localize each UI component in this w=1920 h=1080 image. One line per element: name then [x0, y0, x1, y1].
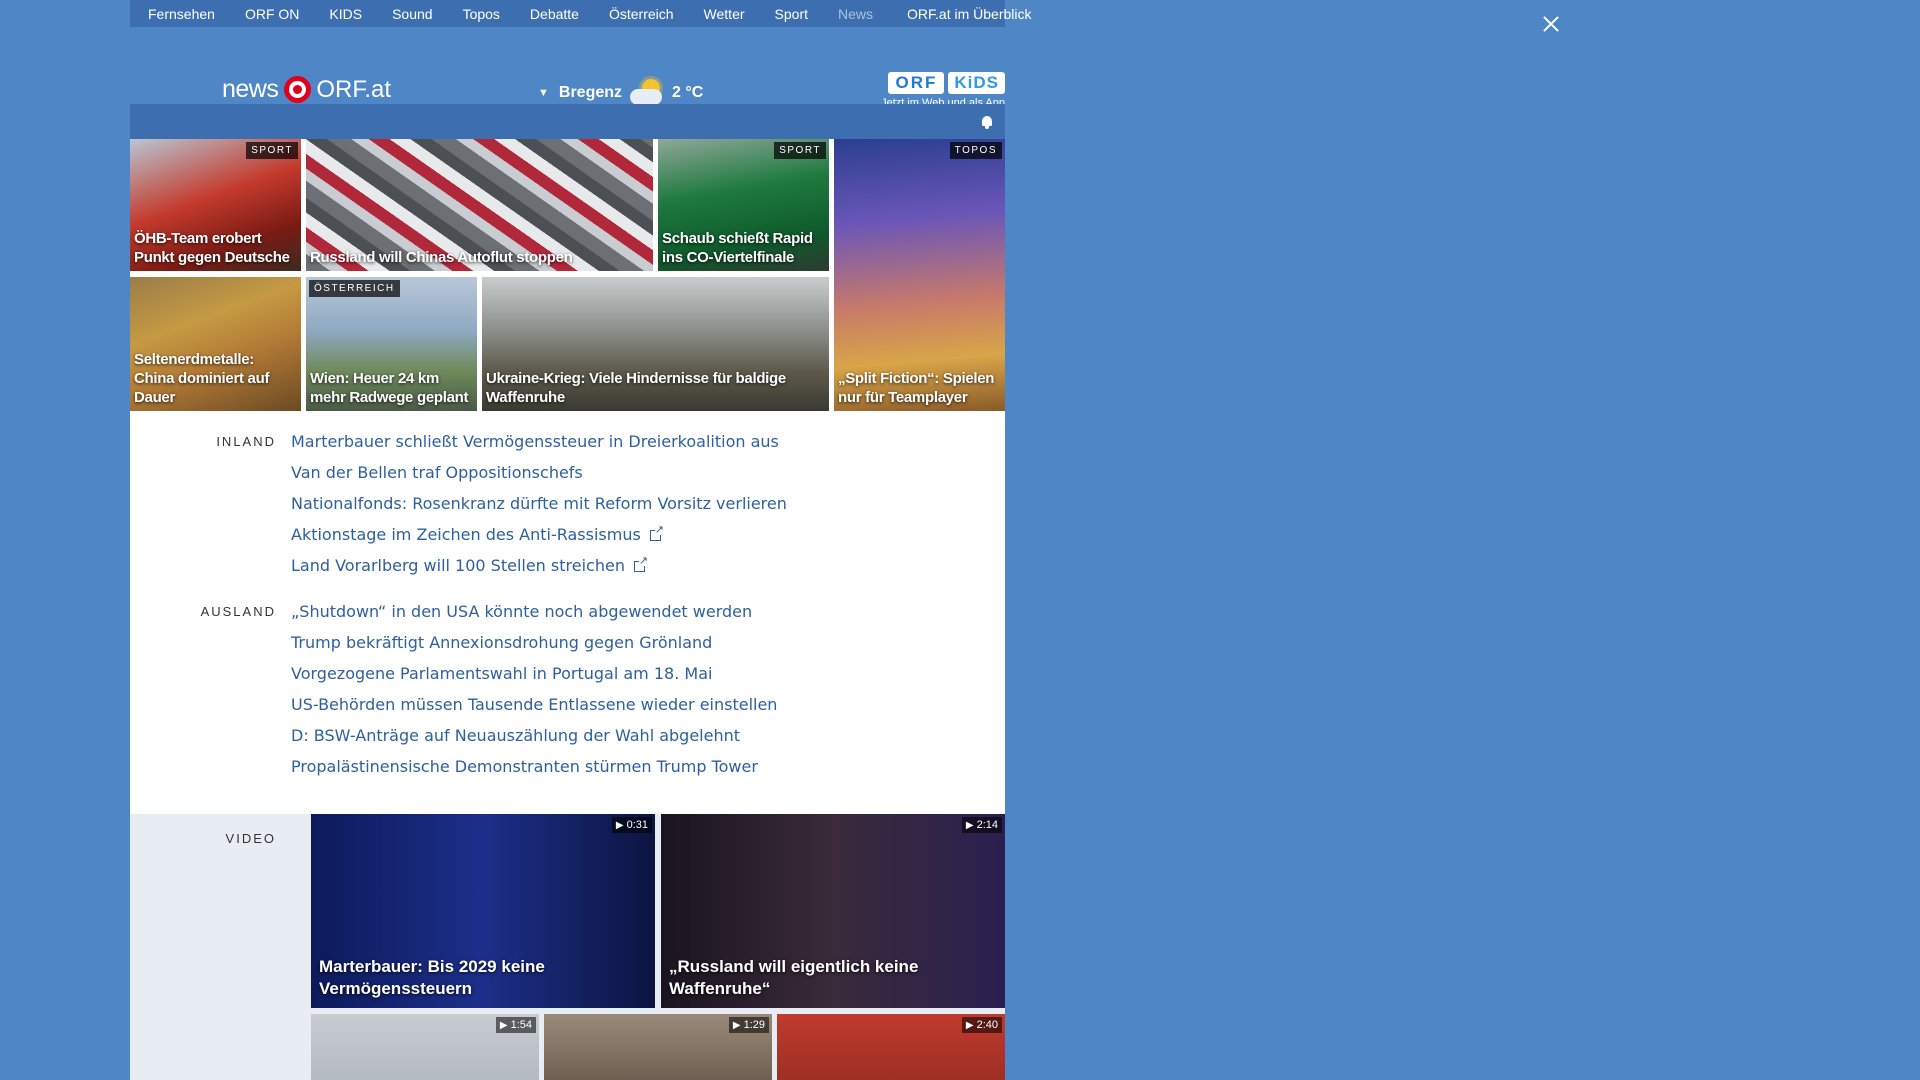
nav-item-sound[interactable]: Sound: [392, 6, 432, 22]
story-link[interactable]: Trump bekräftigt Annexionsdrohung gegen …: [291, 633, 712, 652]
weather-city: Bregenz: [558, 84, 623, 101]
weather-widget[interactable]: ▼ Bregenz 2 °C: [538, 79, 703, 107]
story-link[interactable]: D: BSW-Anträge auf Neuauszählung der Wah…: [291, 726, 740, 745]
close-button[interactable]: [1534, 8, 1568, 42]
section-inland: INLAND Marterbauer schließt Vermögensste…: [130, 429, 1005, 584]
nav-item-kids[interactable]: KIDS: [329, 6, 362, 22]
story-link[interactable]: Van der Bellen traf Oppositionschefs: [291, 463, 583, 482]
tile-caption: Wien: Heuer 24 km mehr Radwege geplant: [310, 370, 469, 406]
list-item: D: BSW-Anträge auf Neuauszählung der Wah…: [291, 723, 777, 754]
story-link[interactable]: Propalästinensische Demonstranten stürme…: [291, 757, 758, 776]
tile-caption: ÖHB-Team erobert Punkt gegen Deutsche: [134, 230, 290, 266]
nav-item-orf-on[interactable]: ORF ON: [245, 6, 299, 22]
story-link[interactable]: Marterbauer schließt Vermögenssteuer in …: [291, 432, 779, 451]
nav-item-news[interactable]: News: [838, 6, 873, 22]
logo-news-text: news: [222, 75, 279, 103]
orf-ring-icon: [284, 76, 312, 103]
section-label-inland: INLAND: [216, 434, 276, 449]
list-item: Nationalfonds: Rosenkranz dürfte mit Ref…: [291, 491, 787, 522]
list-item: Trump bekräftigt Annexionsdrohung gegen …: [291, 630, 777, 661]
video-caption: Marterbauer: Bis 2029 keine Vermögensste…: [319, 957, 545, 998]
story-tile-handball[interactable]: SPORT ÖHB-Team erobert Punkt gegen Deuts…: [130, 139, 301, 271]
tile-caption: Seltenerdmetalle: China dominiert auf Da…: [134, 351, 270, 406]
top-navigation: Fernsehen ORF ON KIDS Sound Topos Debatt…: [130, 0, 1031, 27]
orf-badge: ORF: [888, 72, 945, 94]
video-duration: ▶ 2:40: [961, 1017, 1002, 1033]
list-item: US-Behörden müssen Tausende Entlassene w…: [291, 692, 777, 723]
video-duration: ▶ 1:29: [728, 1017, 769, 1033]
video-tile[interactable]: ▶ 2:40: [777, 1014, 1005, 1080]
video-duration: ▶ 0:31: [611, 817, 652, 833]
play-icon: ▶: [499, 1020, 508, 1031]
tile-caption: Schaub schießt Rapid ins CO-Viertelfinal…: [662, 230, 813, 266]
tile-caption: Ukraine-Krieg: Viele Hindernisse für bal…: [486, 370, 786, 406]
video-duration: ▶ 2:14: [961, 817, 1002, 833]
list-item: Aktionstage im Zeichen des Anti-Rassismu…: [291, 522, 787, 553]
story-link[interactable]: „Shutdown“ in den USA könnte noch abgewe…: [291, 602, 752, 621]
section-label-ausland: AUSLAND: [200, 604, 276, 619]
news-page: Fernsehen ORF ON KIDS Sound Topos Debatt…: [130, 0, 1031, 1080]
nav-item-oesterreich[interactable]: Österreich: [609, 6, 674, 22]
story-tile-rapid[interactable]: SPORT Schaub schießt Rapid ins CO-Vierte…: [658, 139, 829, 271]
kids-badge: KiDS: [948, 72, 1005, 94]
video-tile[interactable]: ▶ 1:29: [544, 1014, 772, 1080]
play-icon: ▶: [965, 1020, 974, 1031]
story-link[interactable]: Land Vorarlberg will 100 Stellen streich…: [291, 556, 625, 575]
nav-item-topos[interactable]: Topos: [463, 6, 500, 22]
story-tile-cars[interactable]: Russland will Chinas Autoflut stoppen: [306, 139, 653, 271]
tile-caption: Russland will Chinas Autoflut stoppen: [310, 249, 573, 266]
list-item: Marterbauer schließt Vermögenssteuer in …: [291, 429, 787, 460]
play-icon: ▶: [615, 820, 624, 831]
site-header: news ORF.at ▼ Bregenz 2 °C ORF KiDS Jetz…: [130, 27, 1005, 109]
play-icon: ▶: [732, 1020, 741, 1031]
dropdown-triangle-icon: ▼: [538, 87, 549, 99]
video-tile[interactable]: ▶ 1:54: [311, 1014, 539, 1080]
partly-cloudy-icon: [630, 79, 664, 107]
video-duration: ▶ 1:54: [495, 1017, 536, 1033]
story-link[interactable]: US-Behörden müssen Tausende Entlassene w…: [291, 695, 777, 714]
list-item: Propalästinensische Demonstranten stürme…: [291, 754, 777, 785]
logo-orf-text: ORF.at: [316, 75, 392, 103]
tile-tag: TOPOS: [949, 142, 1002, 159]
weather-temperature: 2 °C: [672, 84, 704, 101]
story-tile-rare-earth[interactable]: Seltenerdmetalle: China dominiert auf Da…: [130, 277, 301, 411]
external-link-icon: [633, 555, 648, 572]
nav-item-debatte[interactable]: Debatte: [530, 6, 579, 22]
nav-item-fernsehen[interactable]: Fernsehen: [148, 6, 215, 22]
tile-tag: SPORT: [774, 142, 826, 159]
bell-icon[interactable]: [981, 116, 993, 129]
nav-item-wetter[interactable]: Wetter: [704, 6, 745, 22]
top-stories-grid: SPORT ÖHB-Team erobert Punkt gegen Deuts…: [130, 139, 1005, 411]
sub-bar: [130, 104, 1005, 139]
tile-tag: SPORT: [246, 142, 298, 159]
section-ausland: AUSLAND „Shutdown“ in den USA könnte noc…: [130, 599, 1005, 785]
play-icon: ▶: [965, 820, 974, 831]
video-section: VIDEO ▶ 0:31 Marterbauer: Bis 2029 keine …: [130, 814, 1005, 1080]
news-orf-logo[interactable]: news ORF.at: [222, 75, 391, 104]
nav-item-sport[interactable]: Sport: [775, 6, 808, 22]
list-item: Van der Bellen traf Oppositionschefs: [291, 460, 787, 491]
list-item: „Shutdown“ in den USA könnte noch abgewe…: [291, 599, 777, 630]
story-lists: INLAND Marterbauer schließt Vermögensste…: [130, 411, 1005, 814]
nav-item-overview[interactable]: ORF.at im Überblick: [907, 6, 1031, 22]
tile-tag: ÖSTERREICH: [309, 280, 400, 297]
external-link-icon: [649, 524, 664, 541]
tile-caption: „Split Fiction“: Spielen nur für Teampla…: [838, 370, 995, 406]
video-caption: „Russland will eigentlich keine Waffenru…: [669, 957, 919, 998]
story-link[interactable]: Aktionstage im Zeichen des Anti-Rassismu…: [291, 525, 641, 544]
story-tile-split-fiction[interactable]: TOPOS „Split Fiction“: Spielen nur für T…: [834, 139, 1005, 411]
story-tile-vienna-bikes[interactable]: ÖSTERREICH Wien: Heuer 24 km mehr Radweg…: [306, 277, 477, 411]
video-tile[interactable]: ▶ 2:14 „Russland will eigentlich keine Wa…: [661, 814, 1005, 1008]
story-link[interactable]: Vorgezogene Parlamentswahl in Portugal a…: [291, 664, 712, 683]
story-tile-ukraine[interactable]: Ukraine-Krieg: Viele Hindernisse für bal…: [482, 277, 829, 411]
list-item: Vorgezogene Parlamentswahl in Portugal a…: [291, 661, 777, 692]
story-link[interactable]: Nationalfonds: Rosenkranz dürfte mit Ref…: [291, 494, 787, 513]
video-tile[interactable]: ▶ 0:31 Marterbauer: Bis 2029 keine Vermög…: [311, 814, 655, 1008]
section-label-video: VIDEO: [225, 831, 276, 846]
list-item: Land Vorarlberg will 100 Stellen streich…: [291, 553, 787, 584]
